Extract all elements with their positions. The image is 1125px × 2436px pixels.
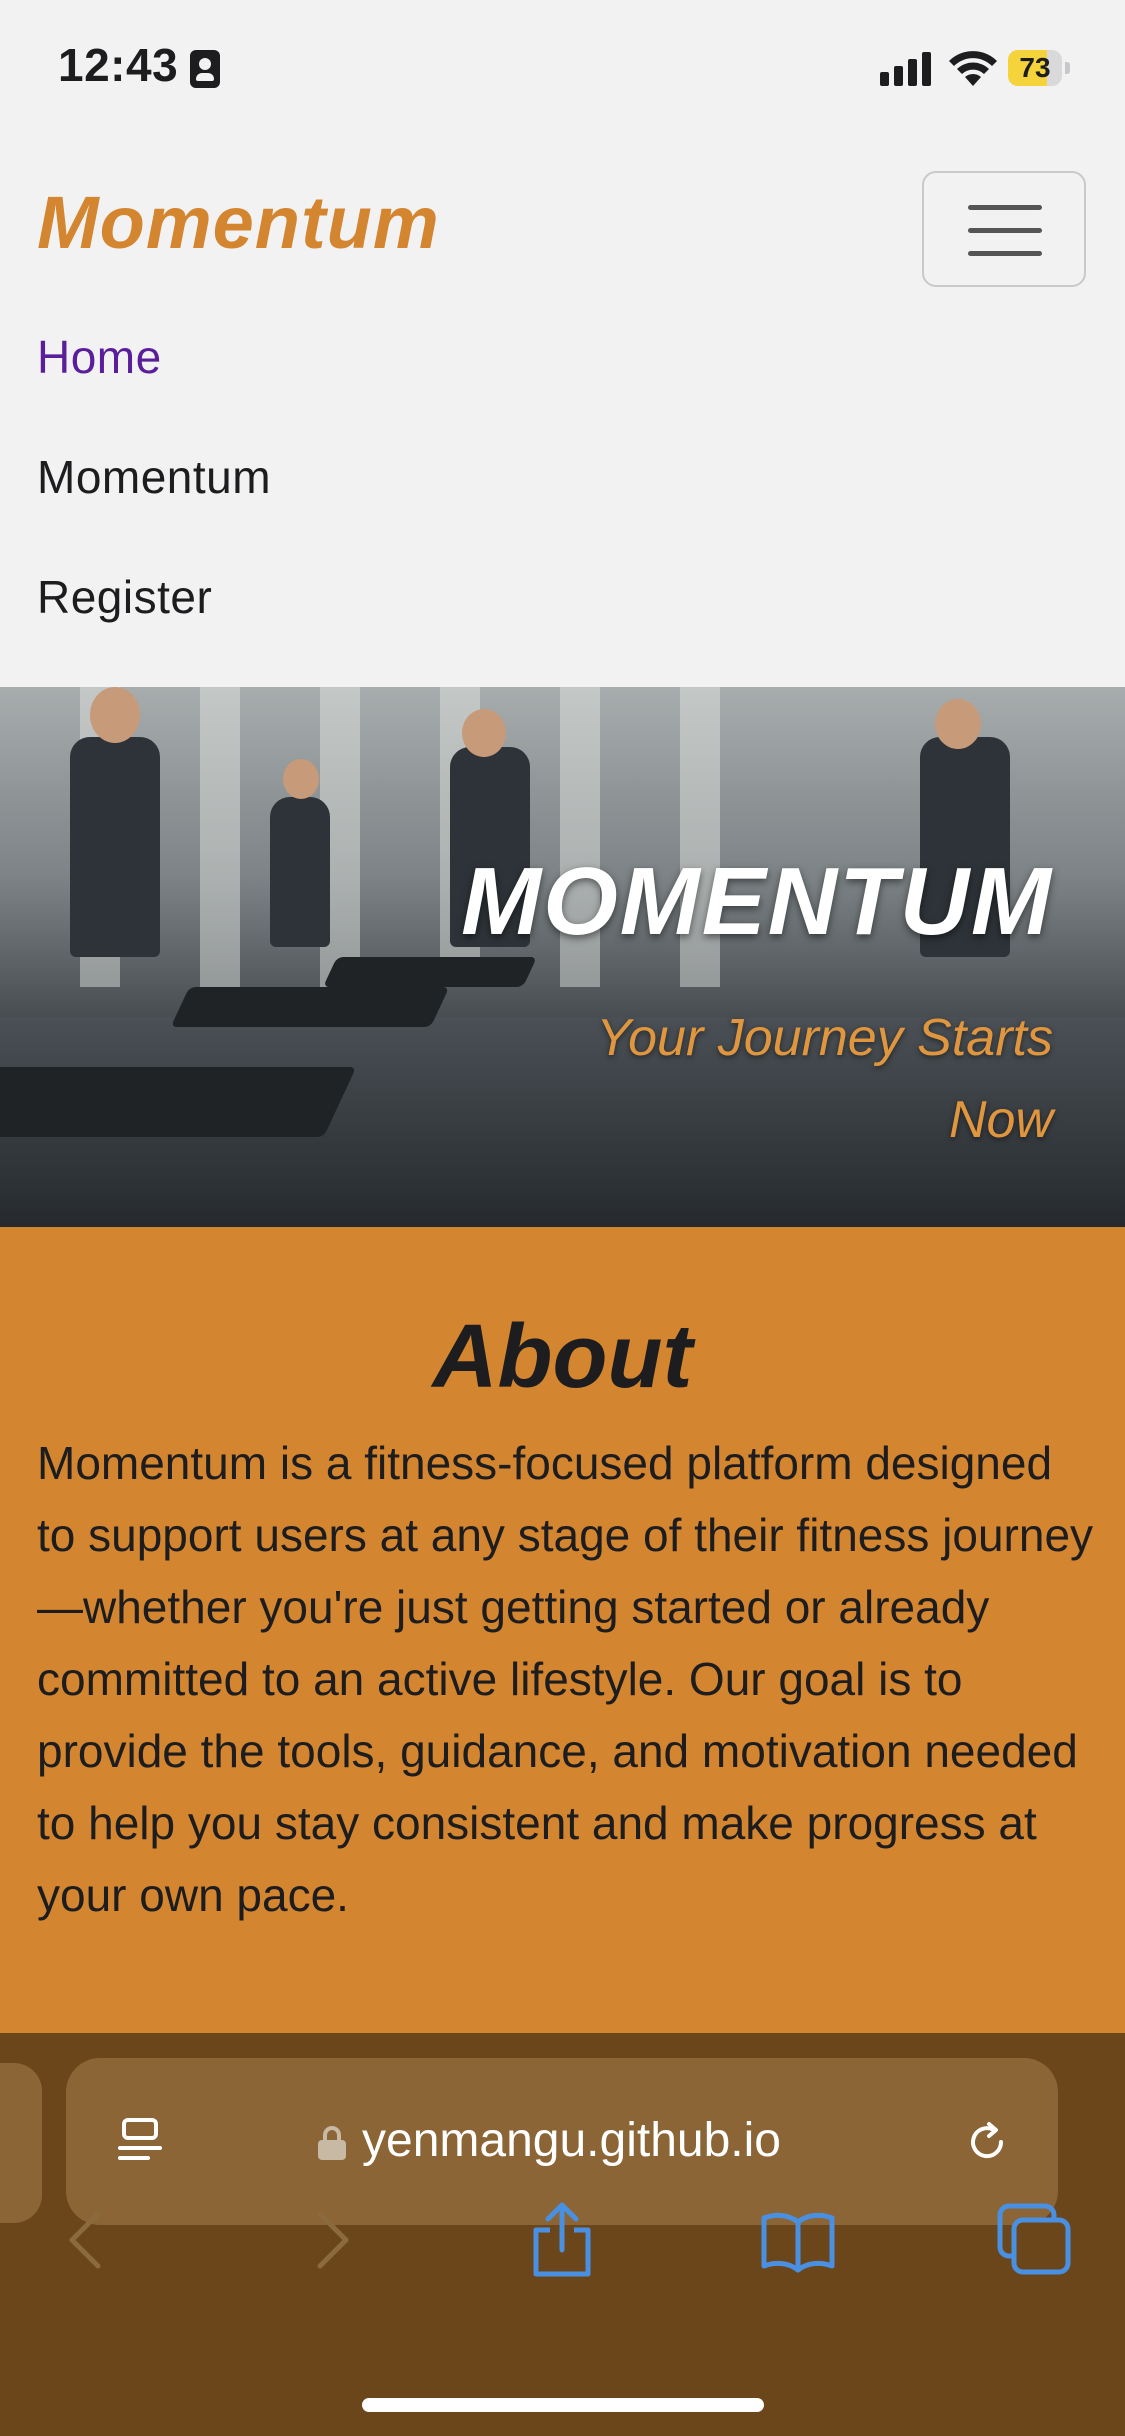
status-bar: 12:43 73: [0, 0, 1125, 140]
battery-level: 73: [1019, 52, 1051, 83]
reader-icon[interactable]: [118, 2118, 162, 2166]
about-paragraph: Momentum is a fitness-focused platform d…: [37, 1437, 1094, 1921]
forward-icon[interactable]: [290, 2200, 370, 2280]
hero-title: MOMENTUM: [461, 848, 1053, 955]
battery-icon: 73: [1008, 50, 1070, 86]
nav-link-register[interactable]: Register: [37, 570, 212, 624]
hero-subtitle: Your Journey Starts Now: [596, 1009, 1053, 1149]
bookmarks-icon[interactable]: [758, 2200, 838, 2280]
contact-card-icon: [190, 50, 220, 88]
previous-tab-peek[interactable]: [0, 2063, 42, 2223]
tabs-icon[interactable]: [994, 2200, 1074, 2280]
hero-banner: MOMENTUM Your Journey Starts Now: [0, 687, 1125, 1227]
url-text[interactable]: yenmangu.github.io: [362, 2113, 781, 2168]
status-time: 12:43: [58, 39, 179, 91]
lock-icon: [318, 2126, 346, 2160]
home-indicator[interactable]: [362, 2398, 764, 2412]
menu-toggle-button[interactable]: [922, 171, 1086, 287]
wifi-icon: [949, 51, 997, 86]
about-section: About Momentum is a fitness-focused plat…: [0, 1227, 1125, 2037]
brand-logo[interactable]: Momentum: [37, 180, 440, 265]
cellular-signal-icon: [880, 50, 932, 86]
about-heading: About: [432, 1307, 693, 1407]
nav-link-home[interactable]: Home: [37, 330, 162, 384]
back-icon[interactable]: [48, 2200, 128, 2280]
reload-icon[interactable]: [963, 2118, 1011, 2166]
nav-link-momentum[interactable]: Momentum: [37, 450, 271, 504]
share-icon[interactable]: [522, 2200, 602, 2280]
